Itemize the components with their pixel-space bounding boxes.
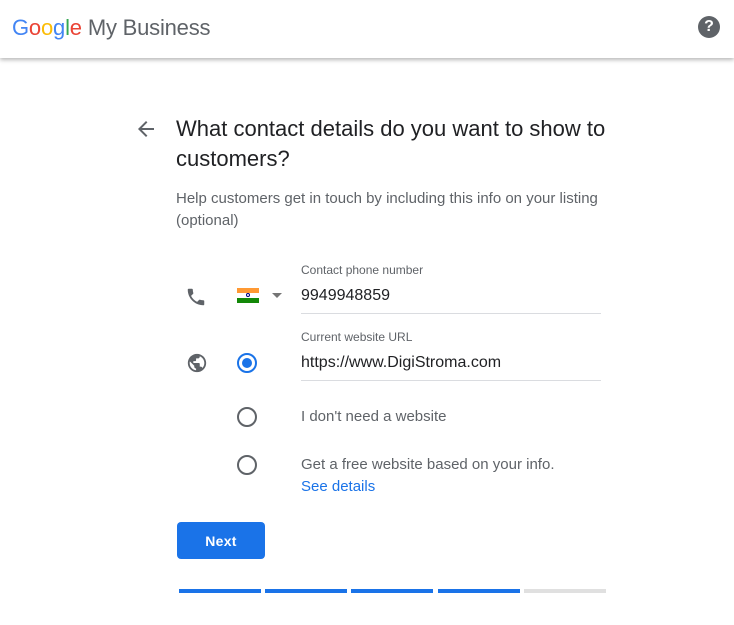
phone-icon bbox=[187, 288, 205, 306]
page-subtitle: Help customers get in touch by including… bbox=[176, 190, 598, 229]
free-website-label: Get a free website based on your info. S… bbox=[301, 454, 554, 498]
logo-letter: e bbox=[69, 15, 82, 40]
top-bar: Google My Business ? bbox=[0, 0, 734, 58]
google-my-business-logo[interactable]: Google My Business bbox=[12, 14, 211, 42]
progress-step bbox=[265, 589, 347, 593]
website-url-radio[interactable] bbox=[237, 353, 257, 373]
globe-icon bbox=[187, 353, 207, 373]
logo-letter: o bbox=[28, 15, 41, 40]
progress-step bbox=[524, 589, 606, 593]
no-website-radio[interactable] bbox=[237, 407, 257, 427]
progress-step bbox=[351, 589, 433, 593]
help-icon[interactable]: ? bbox=[698, 16, 720, 38]
see-details-link[interactable]: See details bbox=[301, 478, 375, 495]
no-website-label: I don't need a website bbox=[301, 408, 447, 425]
free-website-text: Get a free website based on your info. bbox=[301, 456, 555, 473]
free-website-radio[interactable] bbox=[237, 455, 257, 475]
progress-step bbox=[179, 589, 261, 593]
progress-step bbox=[438, 589, 520, 593]
phone-label: Contact phone number bbox=[301, 263, 424, 277]
logo-letter: o bbox=[40, 15, 54, 40]
next-button[interactable]: Next bbox=[177, 522, 265, 559]
country-flag-india[interactable] bbox=[237, 288, 259, 303]
logo-letter: G bbox=[12, 15, 29, 40]
phone-input[interactable]: 9949948859 bbox=[301, 285, 601, 314]
logo-letter: g bbox=[53, 15, 66, 40]
back-arrow-icon[interactable] bbox=[134, 117, 158, 141]
logo-product-name: My Business bbox=[87, 15, 211, 40]
website-label: Current website URL bbox=[301, 330, 413, 344]
page-title: What contact details do you want to show… bbox=[176, 116, 606, 171]
caret-down-icon[interactable] bbox=[272, 293, 282, 298]
website-url-input[interactable]: https://www.DigiStroma.com bbox=[301, 352, 601, 381]
